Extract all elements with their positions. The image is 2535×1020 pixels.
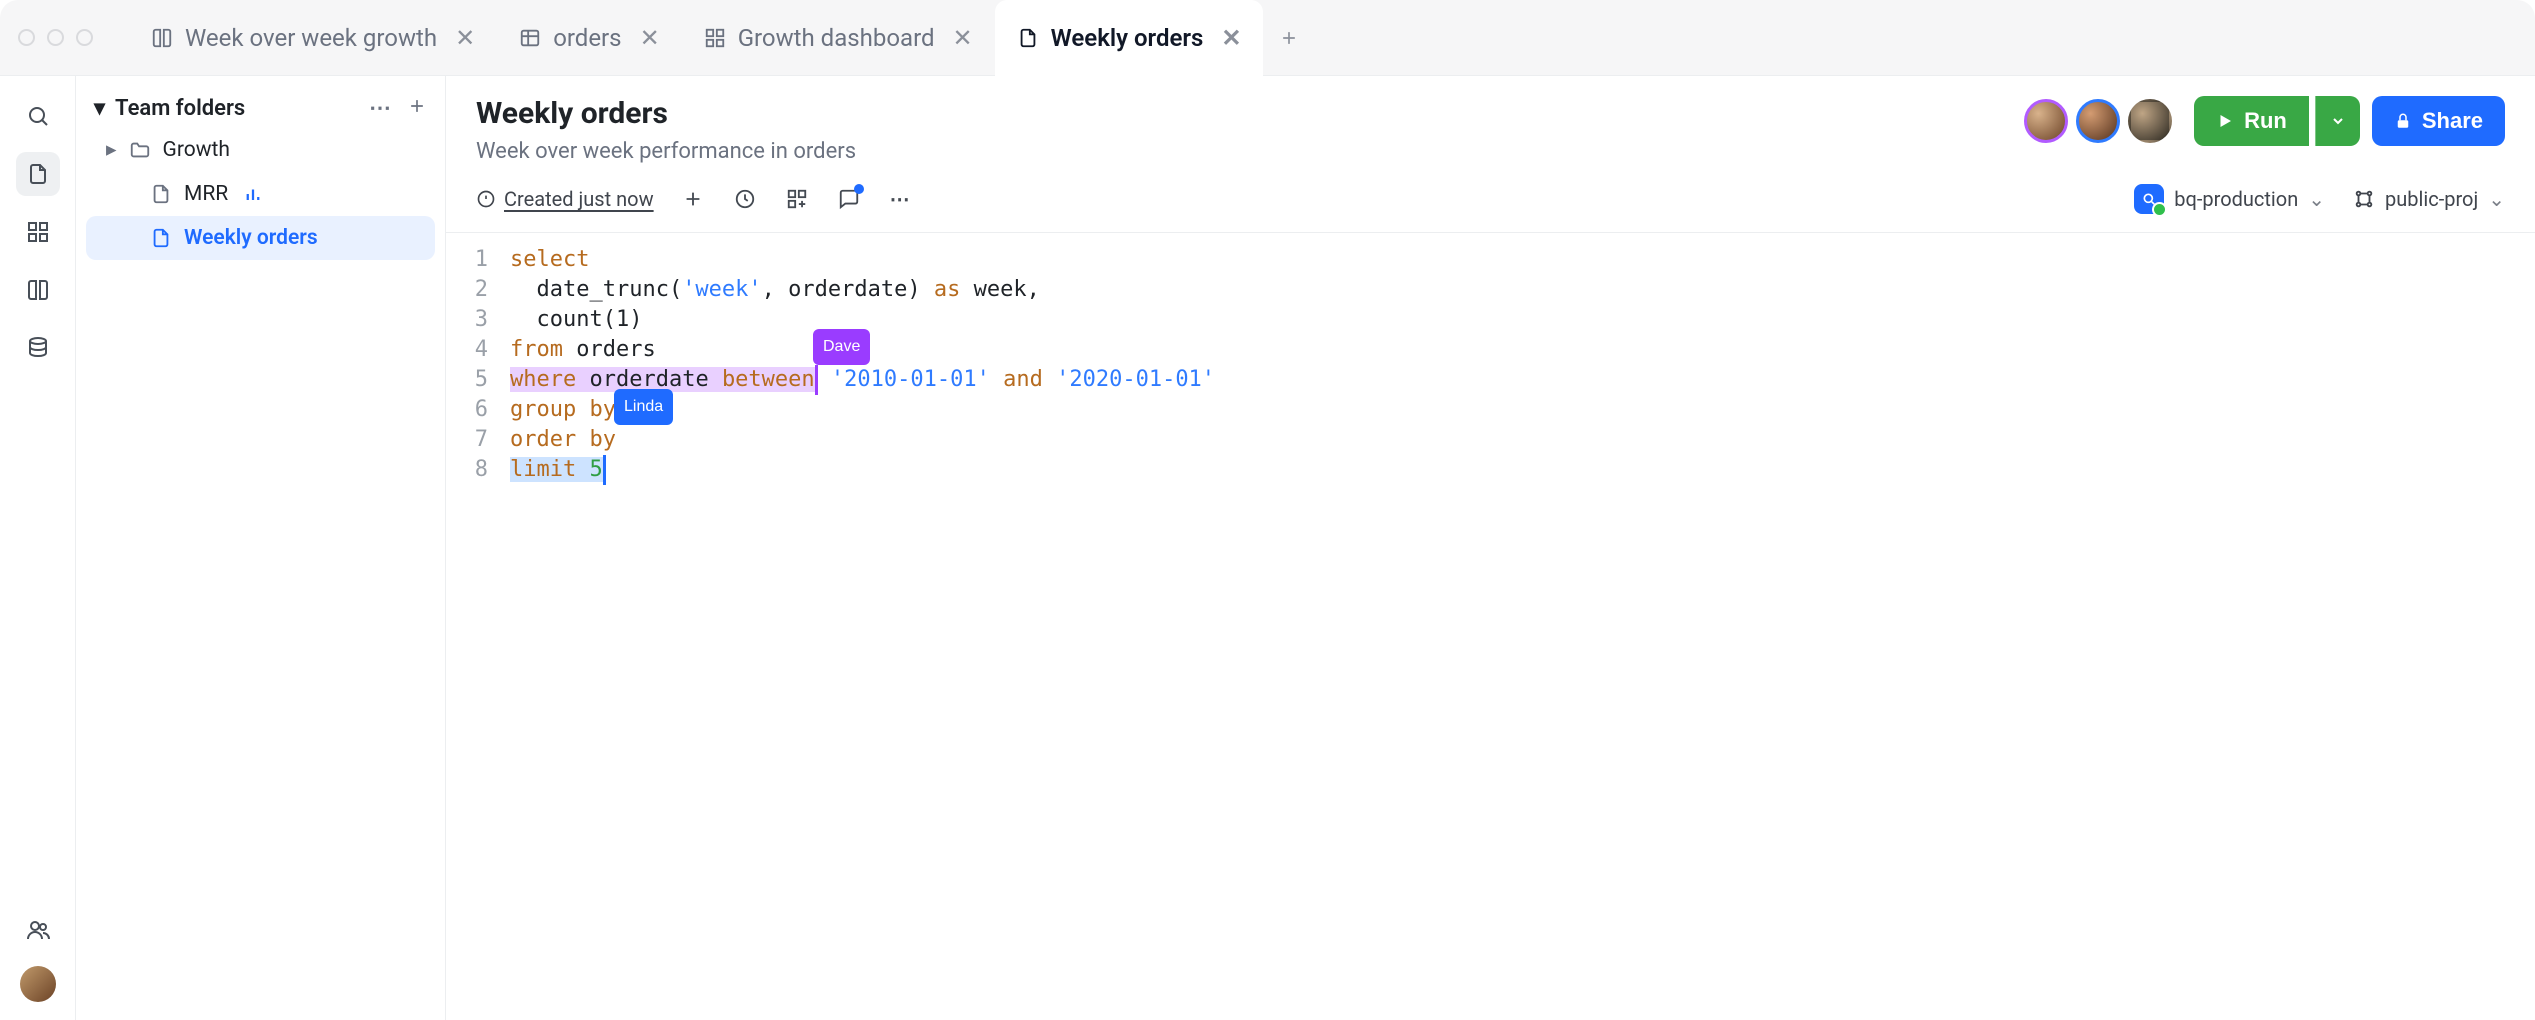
close-icon[interactable]: ✕ — [455, 24, 475, 52]
tab-weekly-orders[interactable]: Weekly orders ✕ — [995, 0, 1264, 76]
chevron-down-icon: ⌄ — [2308, 187, 2325, 211]
folder-sidebar: ▾ Team folders ⋯ ▸ Growth MRR — [76, 76, 446, 1020]
rail-data[interactable] — [16, 326, 60, 370]
tab-week-over-week[interactable]: Week over week growth ✕ — [129, 0, 497, 76]
add-icon[interactable] — [407, 96, 427, 121]
table-icon — [519, 27, 541, 49]
created-timestamp[interactable]: Created just now — [476, 187, 654, 211]
avatar[interactable] — [2024, 99, 2068, 143]
comments-button[interactable] — [836, 186, 862, 212]
rail-user-avatar[interactable] — [20, 966, 56, 1002]
tab-orders[interactable]: orders ✕ — [497, 0, 682, 76]
share-button[interactable]: Share — [2372, 96, 2505, 146]
history-button[interactable] — [732, 186, 758, 212]
tab-label: Weekly orders — [1051, 24, 1204, 52]
connection-selector[interactable]: bq-production ⌄ — [2134, 184, 2325, 214]
caret-down-icon: ▾ — [94, 96, 105, 121]
rail-search[interactable] — [16, 94, 60, 138]
tab-label: orders — [553, 24, 621, 52]
connection-badge-icon — [2134, 184, 2164, 214]
window-minimize[interactable] — [47, 29, 64, 46]
schema-icon — [2353, 188, 2375, 210]
doc-title[interactable]: Weekly orders — [476, 96, 856, 131]
schema-name: public-proj — [2385, 187, 2478, 211]
presence-avatars — [2024, 99, 2172, 143]
window-controls — [18, 29, 93, 46]
book-icon — [151, 27, 173, 49]
rail-docs[interactable] — [16, 268, 60, 312]
sidebar-section-header[interactable]: ▾ Team folders ⋯ — [86, 90, 435, 127]
presence-label: Dave — [813, 329, 870, 365]
sidebar-section-title: Team folders — [115, 96, 245, 121]
sidebar-item-label: MRR — [184, 182, 228, 206]
schema-selector[interactable]: public-proj ⌄ — [2353, 187, 2505, 211]
file-icon — [1017, 27, 1039, 49]
file-icon — [150, 183, 172, 205]
window-zoom[interactable] — [76, 29, 93, 46]
tab-label: Week over week growth — [185, 24, 437, 52]
new-tab-button[interactable] — [1263, 0, 1315, 76]
share-label: Share — [2422, 108, 2483, 134]
sql-editor[interactable]: 1select2 date_trunc('week', orderdate) a… — [446, 233, 2535, 505]
sidebar-item-mrr[interactable]: MRR — [86, 172, 435, 216]
sidebar-item-growth[interactable]: ▸ Growth — [86, 127, 435, 172]
dashboard-icon — [704, 27, 726, 49]
window-close[interactable] — [18, 29, 35, 46]
avatar[interactable] — [2128, 99, 2172, 143]
rail-team[interactable] — [16, 908, 60, 952]
doc-subtitle[interactable]: Week over week performance in orders — [476, 139, 856, 164]
chevron-down-icon: ⌄ — [2488, 187, 2505, 211]
doc-toolbar: Created just now ⋯ bq-production ⌄ — [476, 184, 2505, 214]
close-icon[interactable]: ✕ — [953, 24, 973, 52]
close-icon[interactable]: ✕ — [1221, 24, 1241, 52]
file-icon — [150, 227, 172, 249]
close-icon[interactable]: ✕ — [640, 24, 660, 52]
sidebar-item-label: Growth — [163, 138, 230, 162]
sidebar-item-label: Weekly orders — [184, 226, 318, 250]
created-label: Created just now — [504, 187, 654, 211]
connection-name: bq-production — [2174, 187, 2298, 211]
more-button[interactable]: ⋯ — [888, 186, 914, 212]
document-pane: Weekly orders Week over week performance… — [446, 76, 2535, 1020]
add-block-button[interactable] — [680, 186, 706, 212]
run-dropdown[interactable] — [2315, 96, 2360, 146]
tab-bar: Week over week growth ✕ orders ✕ Growth … — [0, 0, 2535, 76]
more-icon[interactable]: ⋯ — [369, 96, 391, 121]
sidebar-item-weekly-orders[interactable]: Weekly orders — [86, 216, 435, 260]
rail-dashboards[interactable] — [16, 210, 60, 254]
chart-badge-icon — [244, 185, 262, 203]
tab-label: Growth dashboard — [738, 24, 935, 52]
avatar[interactable] — [2076, 99, 2120, 143]
presence-label: Linda — [614, 389, 673, 425]
rail-files[interactable] — [16, 152, 60, 196]
run-label: Run — [2244, 108, 2287, 134]
tab-growth-dashboard[interactable]: Growth dashboard ✕ — [682, 0, 995, 76]
folder-icon — [129, 139, 151, 161]
apps-button[interactable] — [784, 186, 810, 212]
run-button[interactable]: Run — [2194, 96, 2309, 146]
caret-right-icon: ▸ — [106, 137, 117, 162]
nav-rail — [0, 76, 76, 1020]
